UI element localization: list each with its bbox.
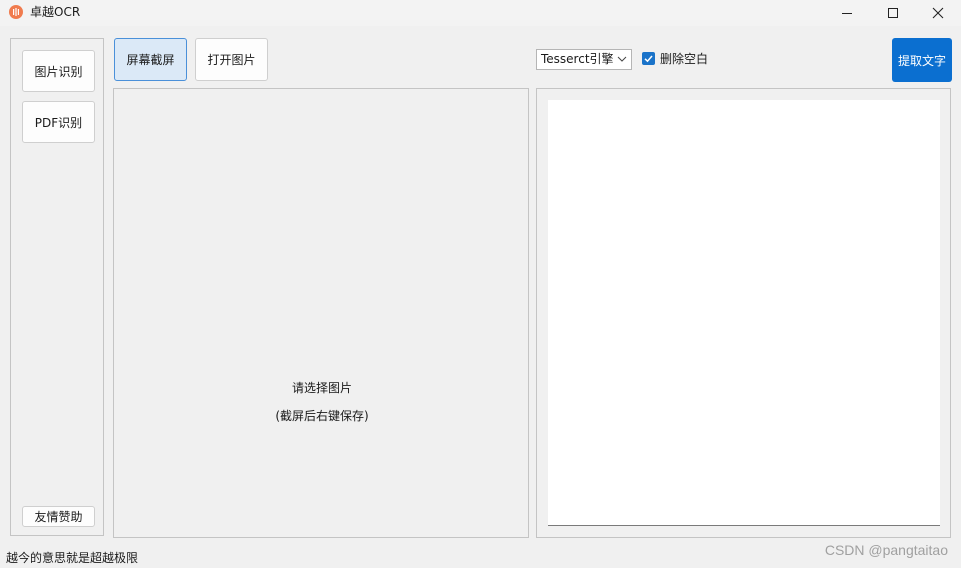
checkmark-icon xyxy=(644,55,653,63)
image-ocr-button[interactable]: 图片识别 xyxy=(22,50,95,92)
save-hint: (截屏后右键保存) xyxy=(275,409,369,423)
result-textarea[interactable] xyxy=(548,100,940,526)
pdf-ocr-button[interactable]: PDF识别 xyxy=(22,101,95,143)
screenshot-button[interactable]: 屏幕截屏 xyxy=(114,38,187,81)
ocr-engine-select[interactable]: Tesserct引擎 xyxy=(536,49,632,70)
remove-whitespace-checkbox[interactable] xyxy=(642,52,655,65)
title-bar: 卓越OCR xyxy=(0,0,961,26)
extract-text-button[interactable]: 提取文字 xyxy=(892,38,952,82)
image-preview-panel[interactable]: 请选择图片 (截屏后右键保存) xyxy=(113,88,529,538)
window-title: 卓越OCR xyxy=(30,5,81,19)
status-text: 越今的意思就是超越极限 xyxy=(6,551,139,565)
watermark-text: CSDN @pangtaitao xyxy=(824,542,948,558)
open-image-button[interactable]: 打开图片 xyxy=(195,38,268,81)
select-image-hint: 请选择图片 xyxy=(291,381,352,395)
minimize-icon xyxy=(842,13,852,14)
close-icon xyxy=(932,7,944,19)
maximize-button[interactable] xyxy=(870,0,916,26)
maximize-icon xyxy=(888,8,898,18)
app-logo-icon xyxy=(9,5,23,19)
donate-button[interactable]: 友情赞助 xyxy=(22,506,95,527)
close-button[interactable] xyxy=(915,0,961,26)
remove-whitespace-label[interactable]: 删除空白 xyxy=(660,51,708,67)
minimize-button[interactable] xyxy=(824,0,870,26)
chevron-down-icon xyxy=(617,56,627,62)
ocr-engine-value: Tesserct引擎 xyxy=(541,52,614,66)
app-window: 卓越OCR 图片识别 PDF识别 友情赞助 屏幕截屏 打开图片 Tesserct… xyxy=(0,0,961,568)
